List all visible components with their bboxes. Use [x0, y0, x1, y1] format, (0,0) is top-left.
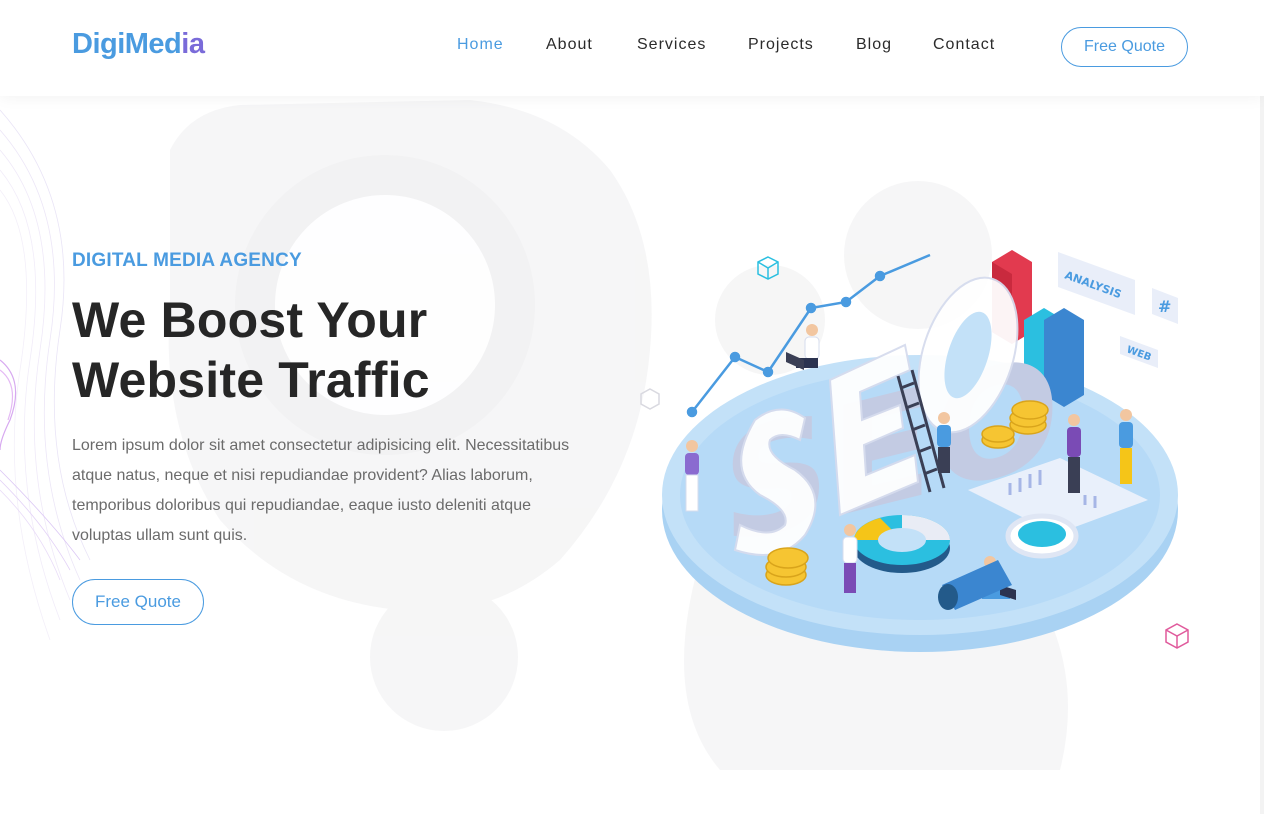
page-scrollbar[interactable]	[1260, 96, 1264, 814]
brand-name-accent: ia	[181, 28, 205, 60]
seo-illustration: SEO ANALYSIS # WEB	[640, 250, 1189, 652]
cube-icon-cyan	[757, 256, 779, 280]
donut-chart-icon	[854, 515, 950, 573]
brand-logo[interactable]: DigiMedia	[72, 28, 205, 61]
site-header: DigiMedia Home About Services Projects B…	[0, 0, 1264, 96]
analysis-tag: ANALYSIS	[1058, 252, 1135, 315]
hero-eyebrow: DIGITAL MEDIA AGENCY	[72, 250, 302, 271]
hero-headline-line-2: Website Traffic	[72, 352, 430, 408]
person-with-laptop-top	[786, 324, 820, 370]
cube-icon-grey	[640, 388, 660, 410]
nav-item-blog[interactable]: Blog	[856, 36, 892, 54]
nav-item-services[interactable]: Services	[637, 36, 706, 54]
nav-item-about[interactable]: About	[546, 36, 593, 54]
cube-icon-pink	[1165, 623, 1189, 649]
hashtag-tag: #	[1152, 288, 1178, 324]
web-tag: WEB	[1120, 336, 1158, 368]
svg-text:#: #	[1158, 297, 1171, 316]
hero-description: Lorem ipsum dolor sit amet consectetur a…	[72, 437, 570, 544]
nav-item-projects[interactable]: Projects	[748, 36, 814, 54]
hero-headline: We Boost Your Website Traffic	[72, 290, 592, 410]
brand-name: DigiMed	[72, 28, 182, 60]
nav-item-home[interactable]: Home	[457, 36, 504, 54]
nav-item-contact[interactable]: Contact	[933, 36, 995, 54]
hero-headline-line-1: We Boost Your	[72, 292, 428, 348]
hero-free-quote-button[interactable]: Free Quote	[72, 579, 204, 625]
header-free-quote-button[interactable]: Free Quote	[1061, 27, 1188, 67]
person-on-ladder	[937, 412, 951, 473]
